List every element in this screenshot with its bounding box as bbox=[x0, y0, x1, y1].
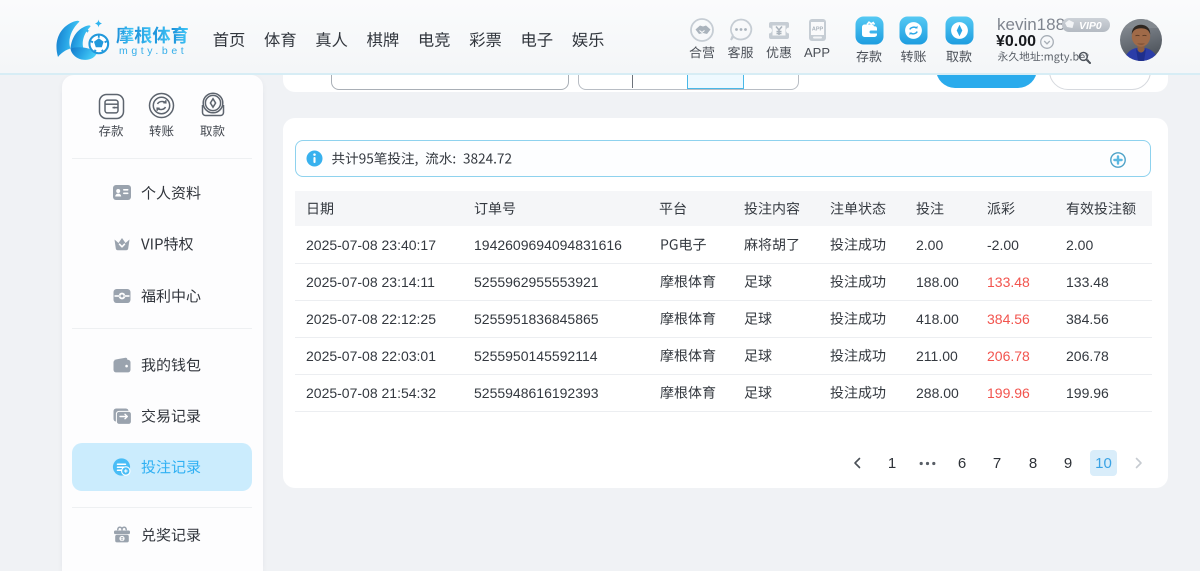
svg-text:VIP0: VIP0 bbox=[1079, 20, 1102, 32]
svg-text:APP: APP bbox=[812, 27, 824, 33]
